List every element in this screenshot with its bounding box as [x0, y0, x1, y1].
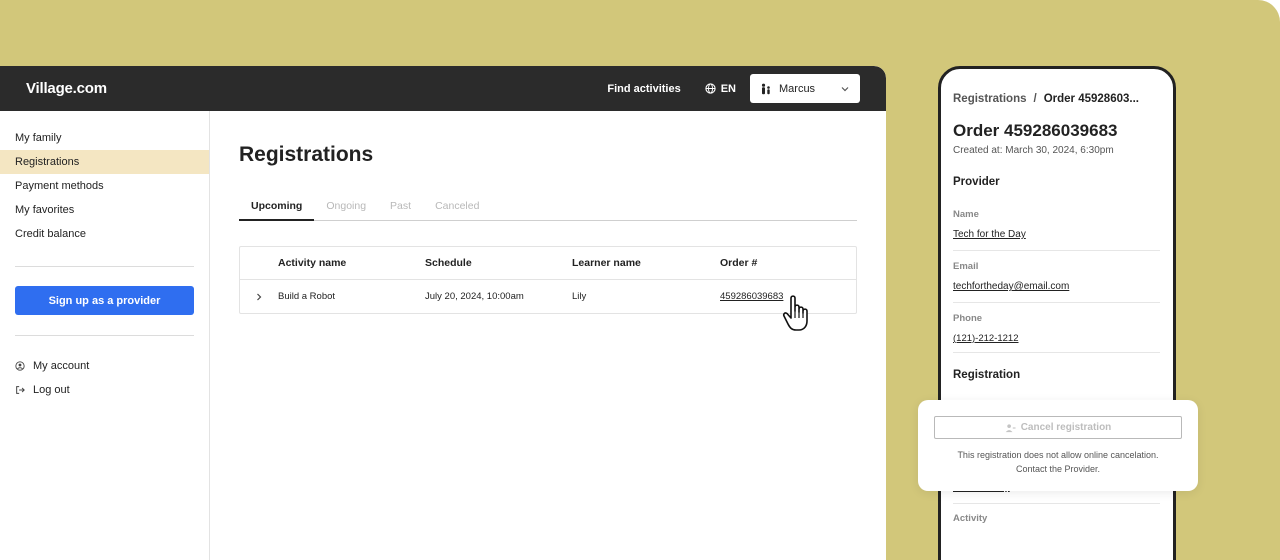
chevron-down-icon [841, 86, 849, 91]
provider-name-label: Name [953, 209, 979, 220]
created-date: Created at: March 30, 2024, 6:30pm [953, 145, 1114, 156]
registrations-table: Activity name Schedule Learner name Orde… [239, 246, 857, 314]
breadcrumb-current: Order 45928603... [1043, 93, 1139, 105]
desktop-window: Village.com Find activities EN Marcus My… [0, 66, 886, 560]
provider-phone-label: Phone [953, 313, 983, 324]
cell-schedule: July 20, 2024, 10:00am [425, 291, 524, 302]
user-circle-icon [15, 361, 25, 371]
sidebar: My family Registrations Payment methods … [0, 111, 210, 560]
tab-ongoing[interactable]: Ongoing [314, 199, 378, 220]
provider-email-label: Email [953, 261, 979, 272]
cell-learner: Lily [572, 291, 587, 302]
language-label: EN [720, 82, 736, 95]
column-header-schedule: Schedule [425, 257, 472, 269]
column-header-activity: Activity name [278, 257, 347, 269]
sidebar-nav: My family Registrations Payment methods … [0, 111, 209, 246]
sign-up-provider-button[interactable]: Sign up as a provider [15, 286, 194, 315]
find-activities-link[interactable]: Find activities [607, 83, 680, 95]
user-select[interactable]: Marcus [750, 74, 860, 103]
navbar-right: Find activities EN Marcus [607, 74, 860, 103]
sidebar-item-registrations[interactable]: Registrations [0, 150, 209, 174]
logout-icon [16, 386, 25, 394]
chevron-right-icon [257, 293, 262, 300]
hand-pointer-icon [782, 295, 808, 331]
breadcrumb-separator: / [1033, 93, 1037, 105]
table-row[interactable]: Build a Robot July 20, 2024, 10:00am Lil… [240, 280, 856, 313]
cancel-registration-popup: Cancel registration This registration do… [918, 400, 1198, 491]
section-divider [953, 352, 1160, 353]
order-number-link[interactable]: 459286039683 [720, 291, 783, 302]
order-title: Order 459286039683 [953, 121, 1118, 140]
globe-icon [705, 83, 716, 94]
expand-row-button[interactable] [240, 292, 278, 302]
provider-phone-link[interactable]: (121)-212-1212 [953, 333, 1160, 344]
sidebar-divider [15, 266, 194, 267]
cancel-notice: This registration does not allow online … [918, 448, 1198, 476]
provider-name-link[interactable]: Tech for the Day [953, 229, 1160, 240]
log-out-label: Log out [33, 384, 70, 396]
cancel-notice-line-2: Contact the Provider. [1015, 464, 1101, 474]
sidebar-item-credit-balance[interactable]: Credit balance [0, 222, 209, 246]
provider-email-link[interactable]: techfortheday@email.com [953, 281, 1160, 292]
main-content: Registrations Upcoming Ongoing Past Canc… [239, 111, 857, 314]
provider-heading: Provider [953, 176, 1000, 188]
tab-past[interactable]: Past [378, 199, 423, 220]
registration-heading: Registration [953, 369, 1021, 381]
tab-upcoming[interactable]: Upcoming [239, 199, 315, 221]
my-account-link[interactable]: My account [0, 354, 209, 378]
cancel-notice-line-1: This registration does not allow online … [957, 450, 1159, 460]
my-account-label: My account [33, 360, 90, 372]
sidebar-item-my-favorites[interactable]: My favorites [0, 198, 209, 222]
account-menu: My account Log out [0, 336, 209, 402]
page-title: Registrations [239, 143, 374, 166]
breadcrumb-registrations[interactable]: Registrations [953, 93, 1027, 105]
breadcrumb: Registrations / Order 45928603... [953, 93, 1160, 105]
user-name: Marcus [779, 82, 816, 95]
field-divider [953, 503, 1160, 504]
activity-label: Activity [953, 513, 988, 524]
logo[interactable]: Village.com [26, 80, 107, 97]
cancel-registration-button[interactable]: Cancel registration [934, 416, 1182, 439]
family-icon [761, 83, 770, 94]
sidebar-item-my-family[interactable]: My family [0, 126, 209, 150]
top-navbar: Village.com Find activities EN Marcus [0, 66, 886, 111]
table-header: Activity name Schedule Learner name Orde… [240, 247, 856, 280]
cell-activity: Build a Robot [278, 291, 336, 302]
field-divider [953, 250, 1160, 251]
user-minus-icon [1005, 423, 1016, 432]
tab-bar: Upcoming Ongoing Past Canceled [239, 199, 857, 221]
cancel-registration-label: Cancel registration [1020, 422, 1112, 433]
field-divider [953, 302, 1160, 303]
sidebar-item-payment-methods[interactable]: Payment methods [0, 174, 209, 198]
language-selector[interactable]: EN [705, 83, 736, 95]
log-out-link[interactable]: Log out [0, 378, 209, 402]
tab-canceled[interactable]: Canceled [423, 199, 491, 220]
column-header-learner: Learner name [572, 257, 641, 269]
column-header-order: Order # [720, 257, 758, 269]
